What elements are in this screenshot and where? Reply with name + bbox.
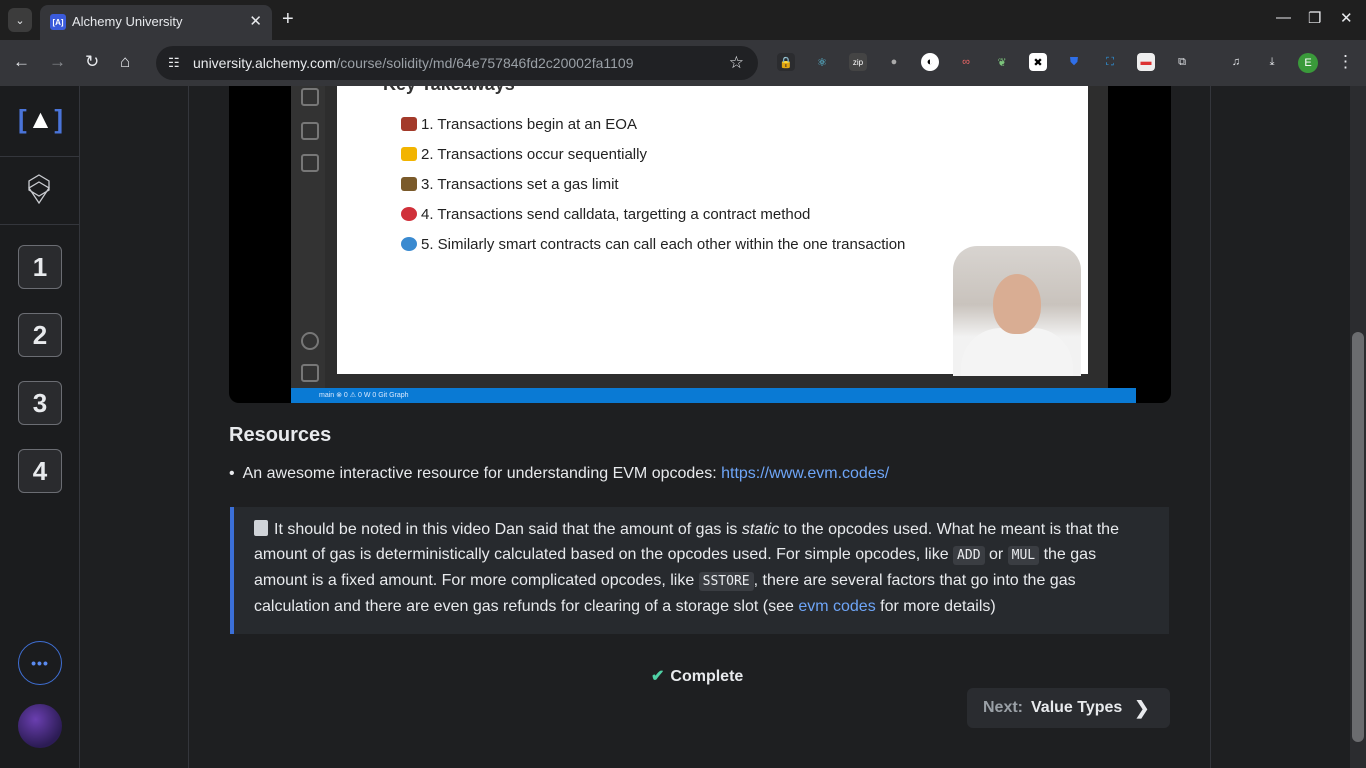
more-options-button[interactable]: ••• xyxy=(18,641,62,685)
maximize-button[interactable]: ❐ xyxy=(1308,9,1321,27)
address-bar[interactable]: ☷ university.alchemy.com/course/solidity… xyxy=(156,46,758,80)
alchemy-logo[interactable]: [▲] xyxy=(18,104,64,135)
notebook-icon xyxy=(254,520,268,536)
tab-strip: ⌄ [A] Alchemy University ✕ + — ❐ ✕ xyxy=(0,0,1366,40)
close-window-button[interactable]: ✕ xyxy=(1340,9,1353,27)
slide-item: 2. Transactions occur sequentially xyxy=(399,146,647,163)
bookmark-star-icon[interactable]: ☆ xyxy=(729,53,744,73)
media-control-icon[interactable]: ♫ xyxy=(1227,53,1245,71)
editor-activity-bar xyxy=(291,86,325,391)
nav-divider xyxy=(0,224,79,225)
extension-icon[interactable]: ▬ xyxy=(1137,53,1155,71)
extension-icon[interactable]: ◐ xyxy=(921,53,939,71)
minimize-button[interactable]: — xyxy=(1276,9,1291,26)
check-icon: ✔ xyxy=(651,668,665,685)
callout-note: It should be noted in this video Dan sai… xyxy=(230,507,1169,634)
glasses-extension-icon[interactable]: ∞ xyxy=(957,53,975,71)
left-nav: [▲] 1 2 3 4 ••• xyxy=(0,86,80,768)
next-lesson-button[interactable]: Next: Value Types ❯ xyxy=(967,688,1170,728)
slide-item: 3. Transactions set a gas limit xyxy=(399,176,619,193)
reload-button[interactable]: ↻ xyxy=(85,52,99,72)
evm-codes-inline-link[interactable]: evm codes xyxy=(798,598,875,615)
new-tab-button[interactable]: + xyxy=(282,8,294,30)
evm-codes-link[interactable]: https://www.evm.codes/ xyxy=(721,465,889,482)
slide-item: 1. Transactions begin at an EOA xyxy=(399,116,637,133)
content-divider-left xyxy=(188,86,189,768)
downloads-icon[interactable]: ⤓ xyxy=(1263,53,1281,71)
menu-kebab-icon[interactable]: ⋮ xyxy=(1337,52,1354,72)
forward-button[interactable]: → xyxy=(49,52,66,72)
scrollbar-thumb[interactable] xyxy=(1352,332,1364,742)
home-button[interactable]: ⌂ xyxy=(120,52,130,72)
slide-item: 5. Similarly smart contracts can call ea… xyxy=(399,236,905,253)
lock-extension-icon[interactable]: 🔒 xyxy=(777,53,795,71)
step-3-button[interactable]: 3 xyxy=(18,381,62,425)
user-avatar[interactable] xyxy=(18,704,62,748)
resource-list-item: • An awesome interactive resource for und… xyxy=(229,465,890,482)
react-devtools-icon[interactable]: ⚛ xyxy=(813,53,831,71)
video-frame: Key Takeaways 1. Transactions begin at a… xyxy=(291,86,1136,403)
tab-title: Alchemy University xyxy=(72,14,183,29)
back-button[interactable]: ← xyxy=(13,52,30,72)
presenter-webcam xyxy=(953,246,1081,376)
complete-button[interactable]: ✔ Complete xyxy=(651,666,743,686)
slide-heading: Key Takeaways xyxy=(383,86,515,95)
site-info-icon[interactable]: ☷ xyxy=(168,55,180,71)
extensions-puzzle-icon[interactable]: ⧉ xyxy=(1173,53,1191,71)
page-content: [▲] 1 2 3 4 ••• Key Takeaways 1. Transac… xyxy=(0,86,1350,768)
step-2-button[interactable]: 2 xyxy=(18,313,62,357)
shield-extension-icon[interactable]: ⛊ xyxy=(1065,53,1083,71)
video-player[interactable]: Key Takeaways 1. Transactions begin at a… xyxy=(229,86,1171,403)
feather-extension-icon[interactable]: ❦ xyxy=(993,53,1011,71)
favicon-icon: [A] xyxy=(50,14,66,30)
page-scrollbar[interactable] xyxy=(1350,86,1366,768)
nav-divider xyxy=(0,156,79,157)
editor-status-bar: main ⊗ 0 ⚠ 0 W 0 Git Graph xyxy=(291,388,1136,403)
browser-tab[interactable]: [A] Alchemy University ✕ xyxy=(40,5,272,40)
url-text[interactable]: university.alchemy.com/course/solidity/m… xyxy=(193,55,634,71)
step-4-button[interactable]: 4 xyxy=(18,449,62,493)
content-divider-right xyxy=(1210,86,1211,768)
profile-avatar[interactable]: E xyxy=(1298,53,1318,73)
chevron-right-icon: ❯ xyxy=(1134,697,1150,718)
extension-icon[interactable]: ● xyxy=(885,53,903,71)
alchemy-hex-icon[interactable] xyxy=(28,174,50,204)
tab-search-button[interactable]: ⌄ xyxy=(8,8,32,32)
browser-toolbar: ← → ↻ ⌂ ☷ university.alchemy.com/course/… xyxy=(0,40,1366,86)
slide-item: 4. Transactions send calldata, targettin… xyxy=(399,206,810,223)
zip-extension-icon[interactable]: zip xyxy=(849,53,867,71)
x-extension-icon[interactable]: ✖ xyxy=(1029,53,1047,71)
tab-close-icon[interactable]: ✕ xyxy=(249,12,262,30)
screenshot-extension-icon[interactable]: ⛶ xyxy=(1101,53,1119,71)
step-1-button[interactable]: 1 xyxy=(18,245,62,289)
resources-heading: Resources xyxy=(229,424,332,446)
